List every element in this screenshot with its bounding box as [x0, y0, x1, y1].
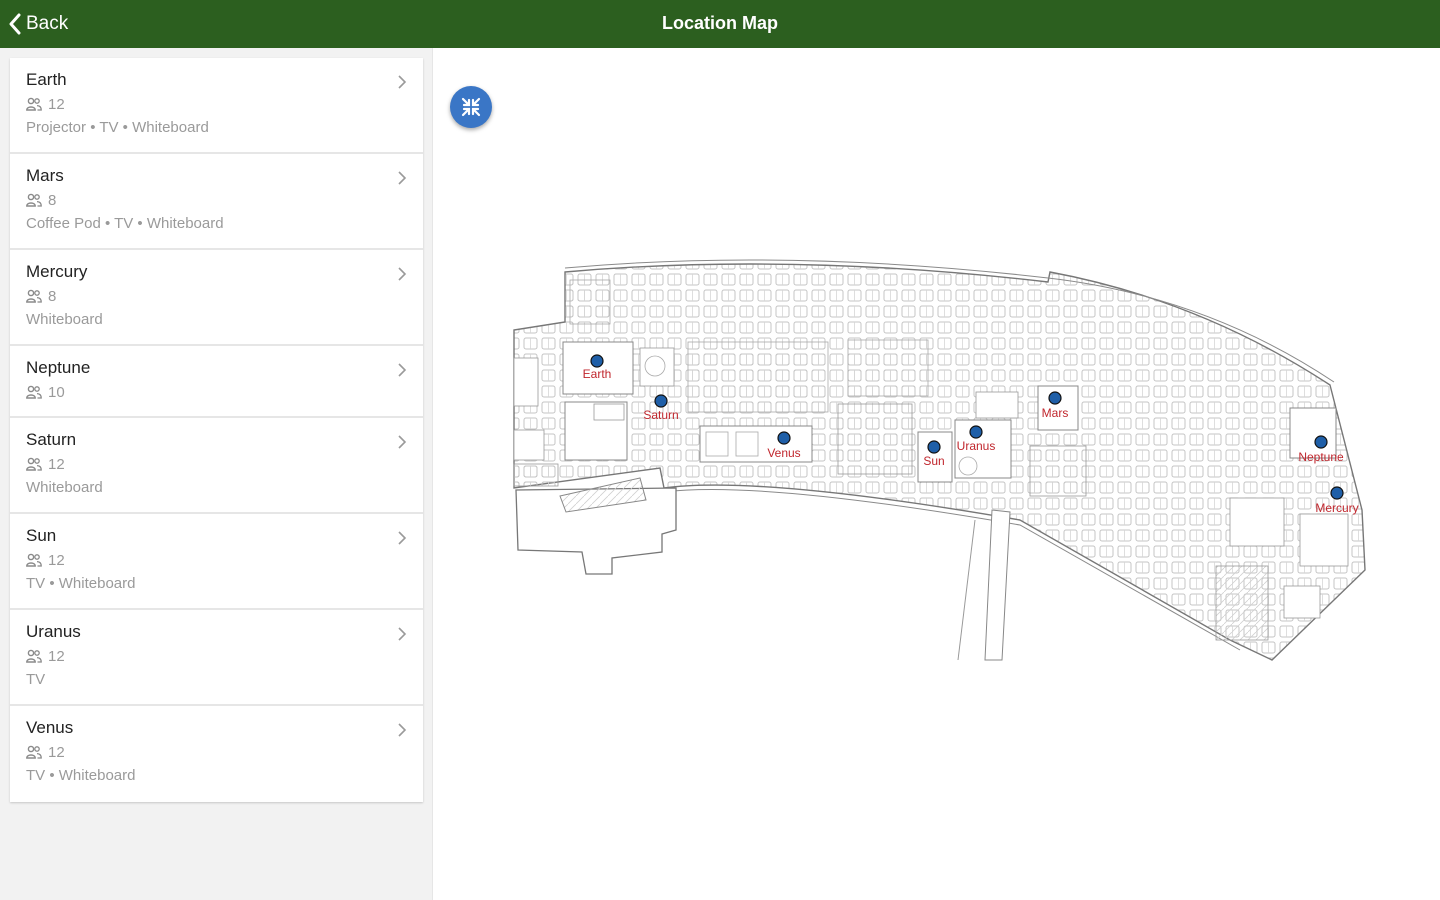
chevron-right-icon — [398, 435, 407, 449]
room-name: Neptune — [26, 358, 91, 377]
room-name: Sun — [26, 526, 57, 545]
room-capacity: 12 — [48, 743, 65, 761]
chevron-right-icon — [398, 627, 407, 641]
collapse-arrows-icon — [461, 97, 481, 117]
room-amenities: Coffee Pod • TV • Whiteboard — [26, 215, 224, 232]
pin-label-mars: Mars — [1042, 406, 1069, 420]
app-header: Back Location Map — [0, 0, 1440, 48]
room-item-mars[interactable]: Mars 8 Coffee Pod • TV • Whiteboard — [10, 154, 423, 250]
room-capacity: 10 — [48, 383, 65, 401]
people-icon — [26, 649, 42, 663]
room-name: Earth — [26, 70, 67, 89]
room-amenities: TV — [26, 671, 46, 688]
map-area[interactable]: Earth Saturn Venus Sun Uranus Mars Neptu… — [434, 48, 1440, 900]
people-icon — [26, 289, 42, 303]
room-capacity: 8 — [48, 287, 57, 305]
chevron-left-icon — [9, 13, 21, 35]
floor-plan[interactable]: Earth Saturn Venus Sun Uranus Mars Neptu… — [434, 48, 1440, 900]
people-icon — [26, 97, 42, 111]
back-label: Back — [26, 13, 69, 34]
chevron-right-icon — [398, 171, 407, 185]
room-item-sun[interactable]: Sun 12 TV • Whiteboard — [10, 514, 423, 610]
room-capacity: 12 — [48, 95, 65, 113]
people-icon — [26, 745, 42, 759]
pin-label-venus: Venus — [767, 446, 800, 460]
pin-label-earth: Earth — [583, 367, 612, 381]
page-title: Location Map — [662, 13, 778, 33]
pin-label-neptune: Neptune — [1298, 450, 1344, 464]
fullscreen-toggle-button[interactable] — [450, 86, 492, 128]
room-name: Mercury — [26, 262, 88, 281]
room-capacity: 12 — [48, 455, 65, 473]
room-capacity: 12 — [48, 647, 65, 665]
room-amenities: Whiteboard — [26, 311, 103, 328]
people-icon — [26, 193, 42, 207]
room-name: Saturn — [26, 430, 77, 449]
pin-label-saturn: Saturn — [643, 408, 678, 422]
chevron-right-icon — [398, 531, 407, 545]
room-capacity: 12 — [48, 551, 65, 569]
room-item-neptune[interactable]: Neptune 10 — [10, 346, 423, 418]
room-name: Uranus — [26, 622, 81, 641]
room-item-mercury[interactable]: Mercury 8 Whiteboard — [10, 250, 423, 346]
people-icon — [26, 385, 42, 399]
room-amenities: TV • Whiteboard — [26, 575, 136, 592]
chevron-right-icon — [398, 363, 407, 377]
room-amenities: Whiteboard — [26, 479, 103, 496]
people-icon — [26, 457, 42, 471]
room-name: Mars — [26, 166, 64, 185]
pin-label-uranus: Uranus — [957, 439, 996, 453]
room-amenities: TV • Whiteboard — [26, 767, 136, 784]
room-amenities: Projector • TV • Whiteboard — [26, 119, 209, 136]
pin-label-sun: Sun — [923, 454, 944, 468]
room-list: Earth 12 Projector • TV • Whiteboard Mar… — [10, 58, 423, 802]
back-button[interactable]: Back — [8, 10, 68, 38]
room-item-saturn[interactable]: Saturn 12 Whiteboard — [10, 418, 423, 514]
chevron-right-icon — [398, 723, 407, 737]
chevron-right-icon — [398, 75, 407, 89]
room-item-uranus[interactable]: Uranus 12 TV — [10, 610, 423, 706]
people-icon — [26, 553, 42, 567]
chevron-right-icon — [398, 267, 407, 281]
room-item-earth[interactable]: Earth 12 Projector • TV • Whiteboard — [10, 58, 423, 154]
room-sidebar: Earth 12 Projector • TV • Whiteboard Mar… — [0, 48, 433, 900]
room-item-venus[interactable]: Venus 12 TV • Whiteboard — [10, 706, 423, 802]
pin-label-mercury: Mercury — [1315, 501, 1358, 515]
room-name: Venus — [26, 718, 74, 737]
room-capacity: 8 — [48, 191, 57, 209]
